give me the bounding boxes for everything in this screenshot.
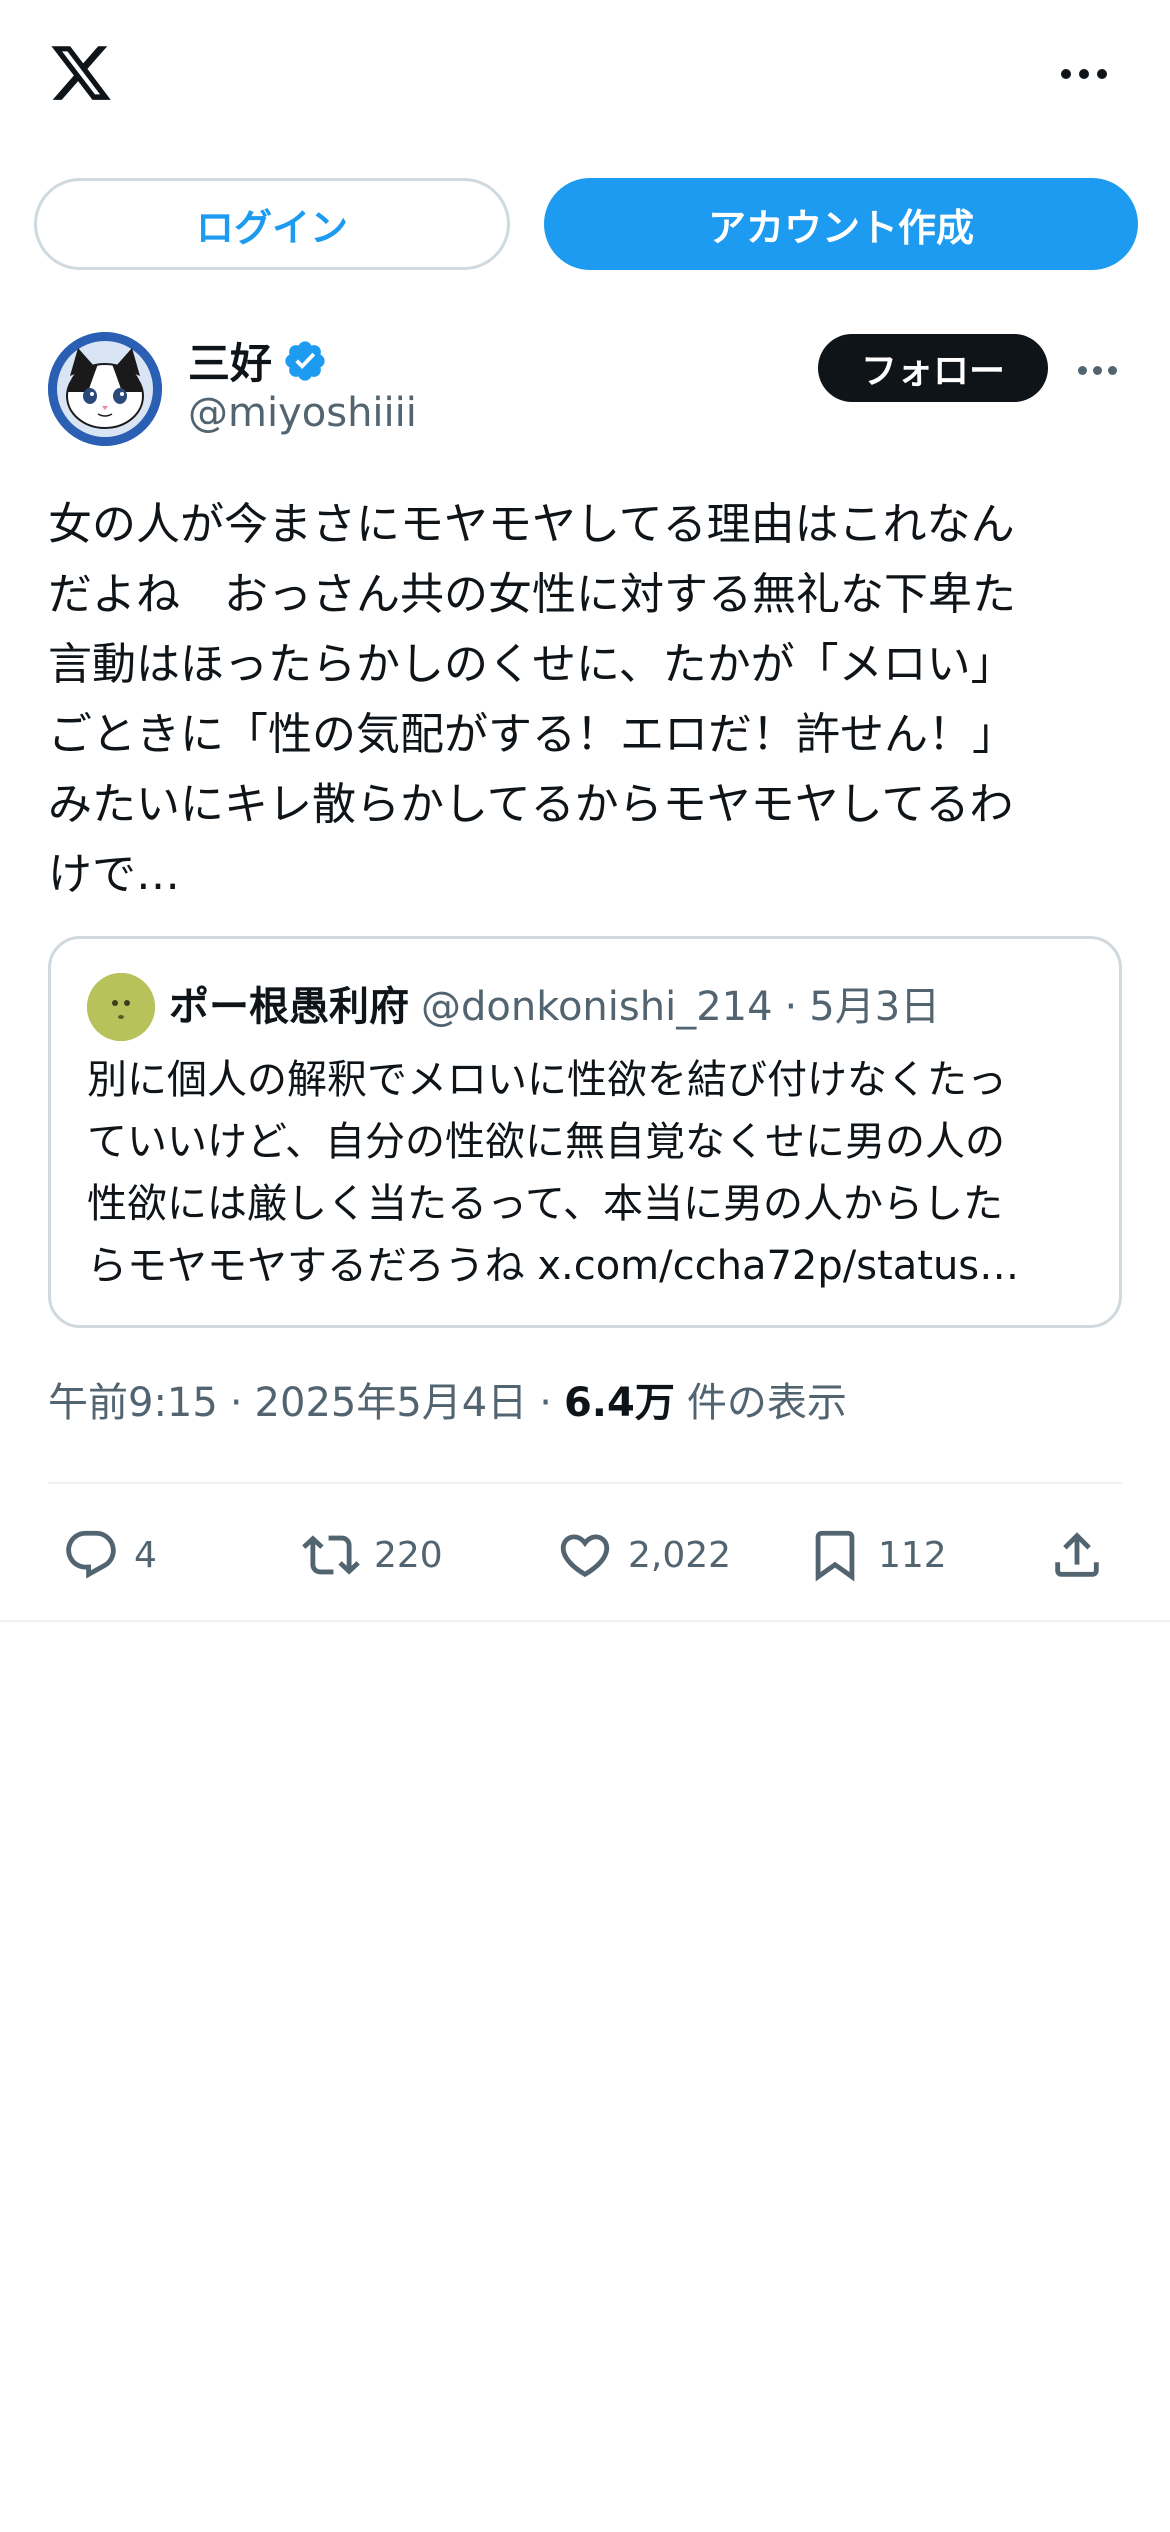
views-label: 件の表示 [686, 1380, 847, 1426]
quoted-tweet[interactable]: ポー根愚利府 @donkonishi_214 · 5月3日 別に個人の解釈でメロ… [48, 936, 1122, 1328]
retweet-count: 220 [374, 1534, 443, 1576]
bookmark-button[interactable]: 112 [806, 1522, 947, 1588]
name-row: 三好 [188, 330, 328, 391]
verified-badge-icon [282, 338, 328, 384]
views-count: 6.4万 [563, 1380, 675, 1426]
quote-handle: @donkonishi_214 [421, 984, 773, 1030]
reply-count: 4 [134, 1534, 157, 1576]
meta-separator: · [229, 1380, 243, 1426]
tweet-time[interactable]: 午前9:15 [48, 1370, 218, 1428]
login-button[interactable]: ログイン [34, 178, 510, 270]
quote-avatar [87, 973, 155, 1041]
share-button[interactable] [1048, 1522, 1106, 1588]
quote-text-line: らモヤモヤするだろうね x.com/ccha72p/status… [87, 1243, 1020, 1289]
quote-separator: · [784, 984, 798, 1030]
like-count: 2,022 [628, 1534, 732, 1576]
signup-button[interactable]: アカウント作成 [544, 178, 1138, 270]
tweet-more-icon[interactable] [1072, 350, 1122, 390]
bookmark-icon [815, 1530, 855, 1582]
heart-icon [560, 1534, 610, 1578]
tweet-meta: 午前9:15 · 2025年5月4日 · 6.4万 件の表示 [48, 1370, 847, 1428]
quote-header: ポー根愚利府 @donkonishi_214 · 5月3日 [169, 973, 940, 1041]
reply-button[interactable]: 4 [62, 1522, 157, 1588]
auth-buttons: ログイン アカウント作成 [34, 178, 1138, 270]
like-button[interactable]: 2,022 [556, 1522, 731, 1588]
quote-text-line: 別に個人の解釈でメロいに性欲を結び付けなくたっ [87, 1057, 1007, 1103]
quote-display-name: ポー根愚利府 [169, 984, 409, 1030]
share-icon [1055, 1532, 1099, 1577]
retweet-icon [302, 1535, 360, 1575]
quote-date: 5月3日 [809, 984, 941, 1030]
tweet-text: 女の人が今まさにモヤモヤしてる理由はこれなん だよね おっさん共の女性に対する無… [48, 499, 1016, 900]
follow-button[interactable]: フォロー [818, 334, 1048, 402]
divider [0, 1620, 1170, 1622]
quote-text: 別に個人の解釈でメロいに性欲を結び付けなくたっ ていいけど、自分の性欲に無自覚な… [87, 1049, 1097, 1297]
retweet-button[interactable]: 220 [302, 1522, 443, 1588]
quote-text-line: ていいけど、自分の性欲に無自覚なくせに男の人の [87, 1119, 1005, 1165]
top-bar [0, 0, 1170, 150]
handle[interactable]: @miyoshiiii [188, 390, 417, 436]
action-bar: 4 220 2,022 112 [48, 1500, 1122, 1610]
x-logo-icon[interactable] [46, 40, 116, 106]
reply-icon [66, 1530, 116, 1579]
divider [48, 1482, 1122, 1484]
more-icon[interactable] [1054, 54, 1114, 94]
avatar[interactable] [48, 332, 162, 446]
tweet-date[interactable]: 2025年5月4日 [255, 1370, 528, 1428]
tweet-author: 三好 @miyoshiiii フォロー [48, 330, 1138, 450]
bookmark-count: 112 [878, 1534, 947, 1576]
quote-text-line: 性欲には厳しく当たるって、本当に男の人からした [87, 1181, 1003, 1227]
meta-separator: · [539, 1380, 552, 1426]
display-name[interactable]: 三好 [188, 330, 272, 391]
